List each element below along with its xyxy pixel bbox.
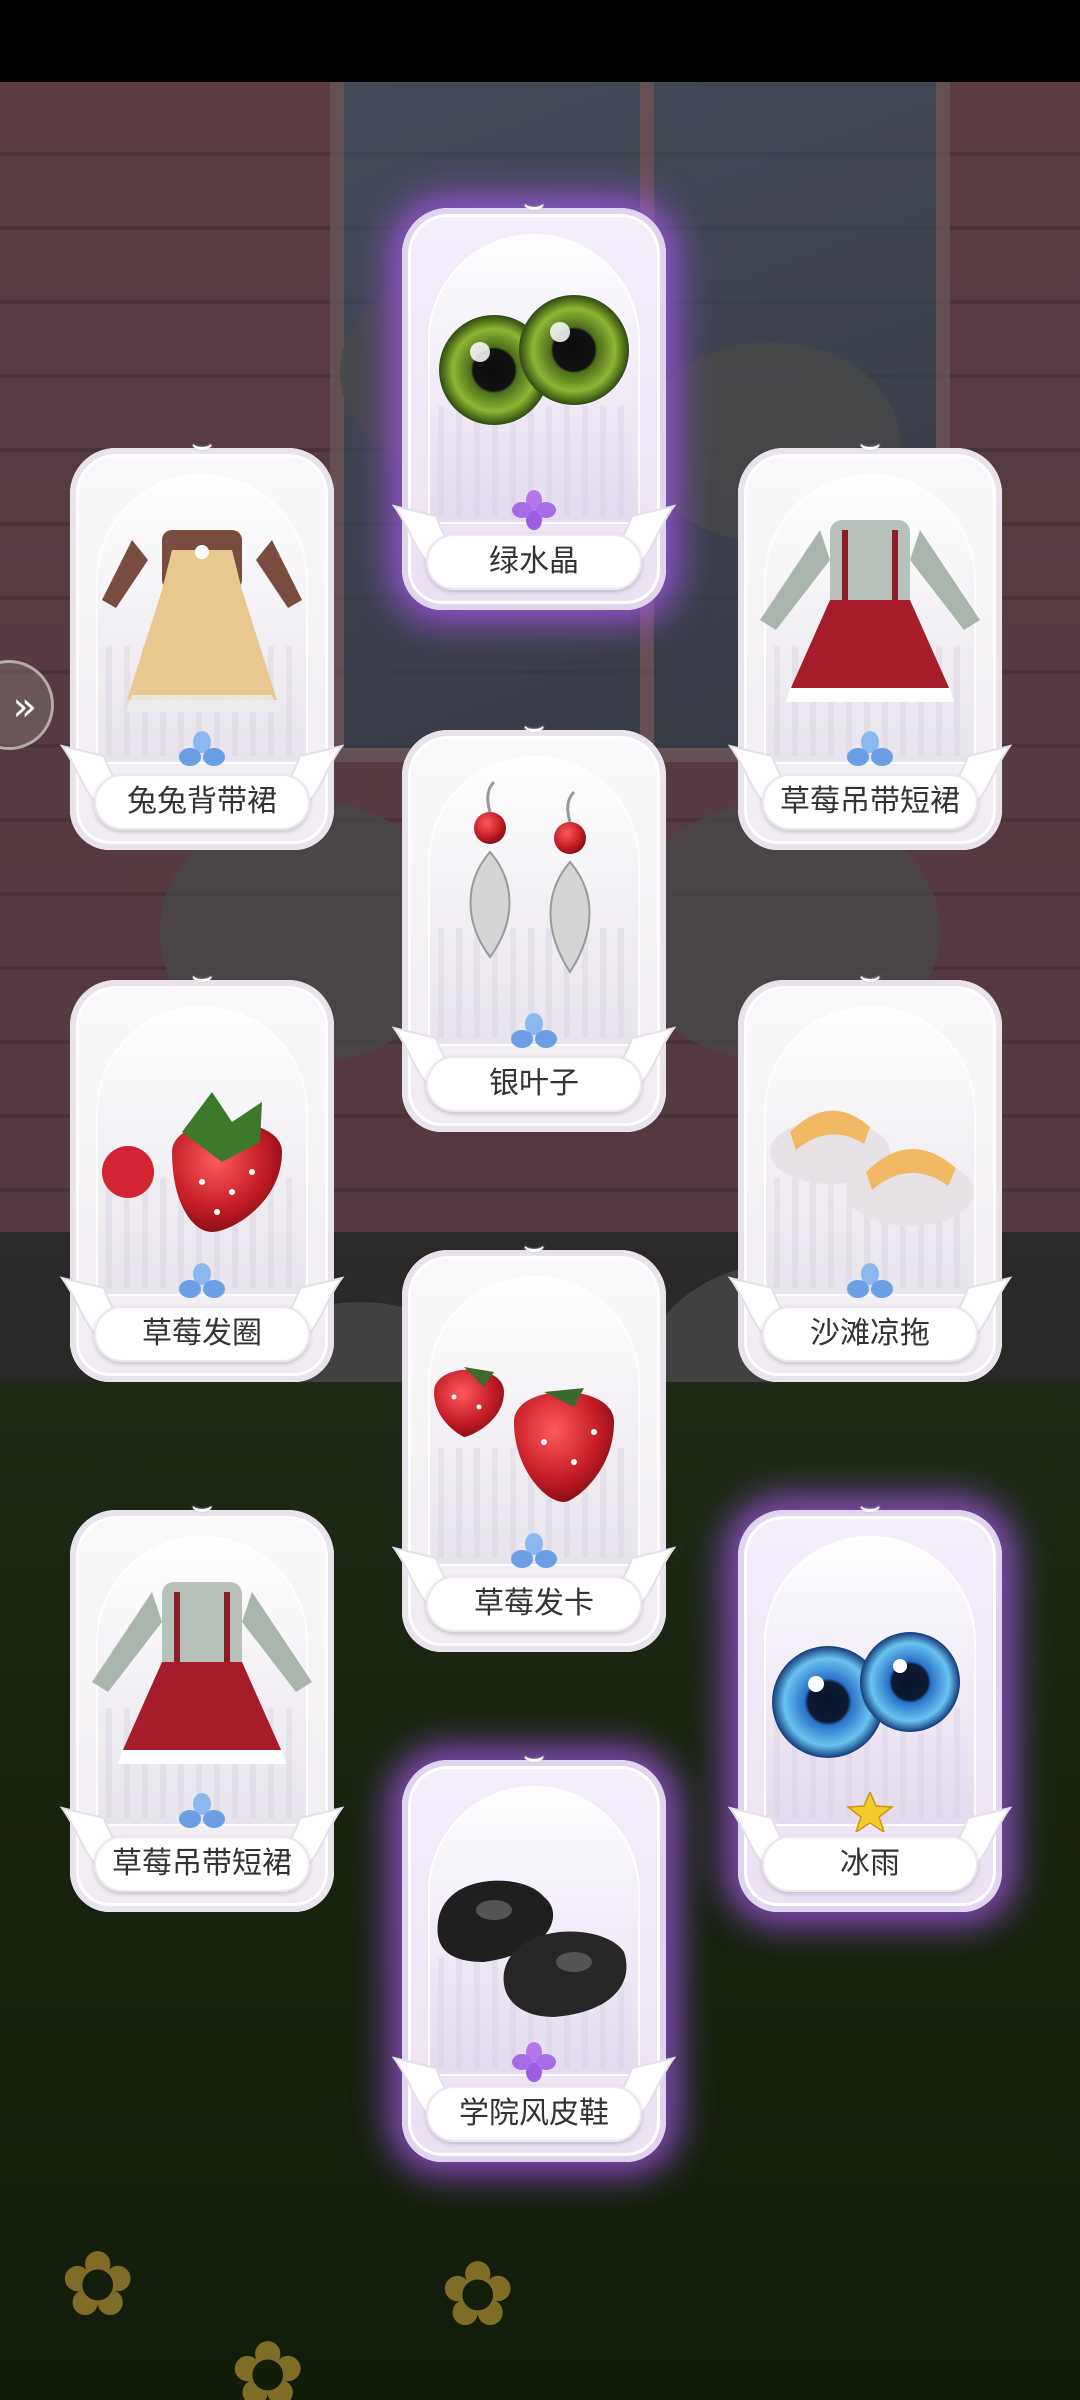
flower-decoration-icon: ✿ <box>230 2322 306 2400</box>
item-name-label: 草莓吊带短裙 <box>94 1836 310 1892</box>
ribbon-bow-icon: ⌣ <box>522 1736 546 1776</box>
purple-flower-icon <box>508 490 560 530</box>
strawberry-suspender-skirt-icon <box>760 490 980 730</box>
blue-flower-icon <box>844 1262 896 1302</box>
item-card[interactable]: ⌣ 沙滩凉拖 <box>727 956 1013 1382</box>
blue-flower-icon <box>176 1792 228 1832</box>
item-name-label: 草莓发圈 <box>94 1306 310 1362</box>
ribbon-bow-icon: ⌣ <box>858 1486 882 1526</box>
item-name-label: 沙滩凉拖 <box>762 1306 978 1362</box>
double-chevron-left-icon: » <box>12 684 37 730</box>
blue-flower-icon <box>508 1532 560 1572</box>
blue-eye-lens-icon <box>760 1552 980 1792</box>
item-card[interactable]: ⌣ 冰雨 <box>727 1486 1013 1912</box>
ribbon-bow-icon: ⌣ <box>190 956 214 996</box>
ribbon-bow-icon: ⌣ <box>522 184 546 224</box>
strawberry-hairpin-icon <box>424 1292 644 1532</box>
green-eye-lens-icon <box>424 250 644 490</box>
purple-flower-icon <box>508 2042 560 2082</box>
item-card[interactable]: ⌣ 草莓发卡 <box>391 1226 677 1652</box>
black-oxford-shoes-icon <box>424 1802 644 2042</box>
silver-leaf-earrings-icon <box>424 772 644 1012</box>
flower-decoration-icon: ✿ <box>60 2232 136 2337</box>
item-card[interactable]: ⌣ 学院风皮鞋 <box>391 1736 677 2162</box>
blue-flower-icon <box>844 730 896 770</box>
blue-flower-icon <box>508 1012 560 1052</box>
ribbon-bow-icon: ⌣ <box>522 706 546 746</box>
rabbit-pinafore-dress-icon <box>92 490 312 730</box>
ribbon-bow-icon: ⌣ <box>858 424 882 464</box>
item-card[interactable]: ⌣ 绿水晶 <box>391 184 677 610</box>
item-name-label: 学院风皮鞋 <box>426 2086 642 2142</box>
beach-slippers-icon <box>760 1022 980 1262</box>
item-card[interactable]: ⌣ 草莓发圈 <box>59 956 345 1382</box>
item-card[interactable]: ⌣ 银叶子 <box>391 706 677 1132</box>
strawberry-scrunchie-icon <box>92 1022 312 1262</box>
ribbon-bow-icon: ⌣ <box>522 1226 546 1266</box>
ribbon-bow-icon: ⌣ <box>190 1486 214 1526</box>
item-name-label: 草莓吊带短裙 <box>762 774 978 830</box>
item-name-label: 冰雨 <box>762 1836 978 1892</box>
ribbon-bow-icon: ⌣ <box>858 956 882 996</box>
ribbon-bow-icon: ⌣ <box>190 424 214 464</box>
gold-star-flower-icon <box>844 1790 896 1834</box>
item-card[interactable]: ⌣ 草莓吊带短裙 <box>727 424 1013 850</box>
item-card[interactable]: ⌣ 草莓吊带短裙 <box>59 1486 345 1912</box>
item-name-label: 绿水晶 <box>426 534 642 590</box>
item-card[interactable]: ⌣ 兔兔背带裙 <box>59 424 345 850</box>
item-name-label: 银叶子 <box>426 1056 642 1112</box>
flower-decoration-icon: ✿ <box>440 2242 516 2347</box>
item-name-label: 草莓发卡 <box>426 1576 642 1632</box>
status-bar <box>0 0 1080 82</box>
blue-flower-icon <box>176 1262 228 1302</box>
strawberry-suspender-skirt-icon <box>92 1552 312 1792</box>
item-name-label: 兔兔背带裙 <box>94 774 310 830</box>
blue-flower-icon <box>176 730 228 770</box>
